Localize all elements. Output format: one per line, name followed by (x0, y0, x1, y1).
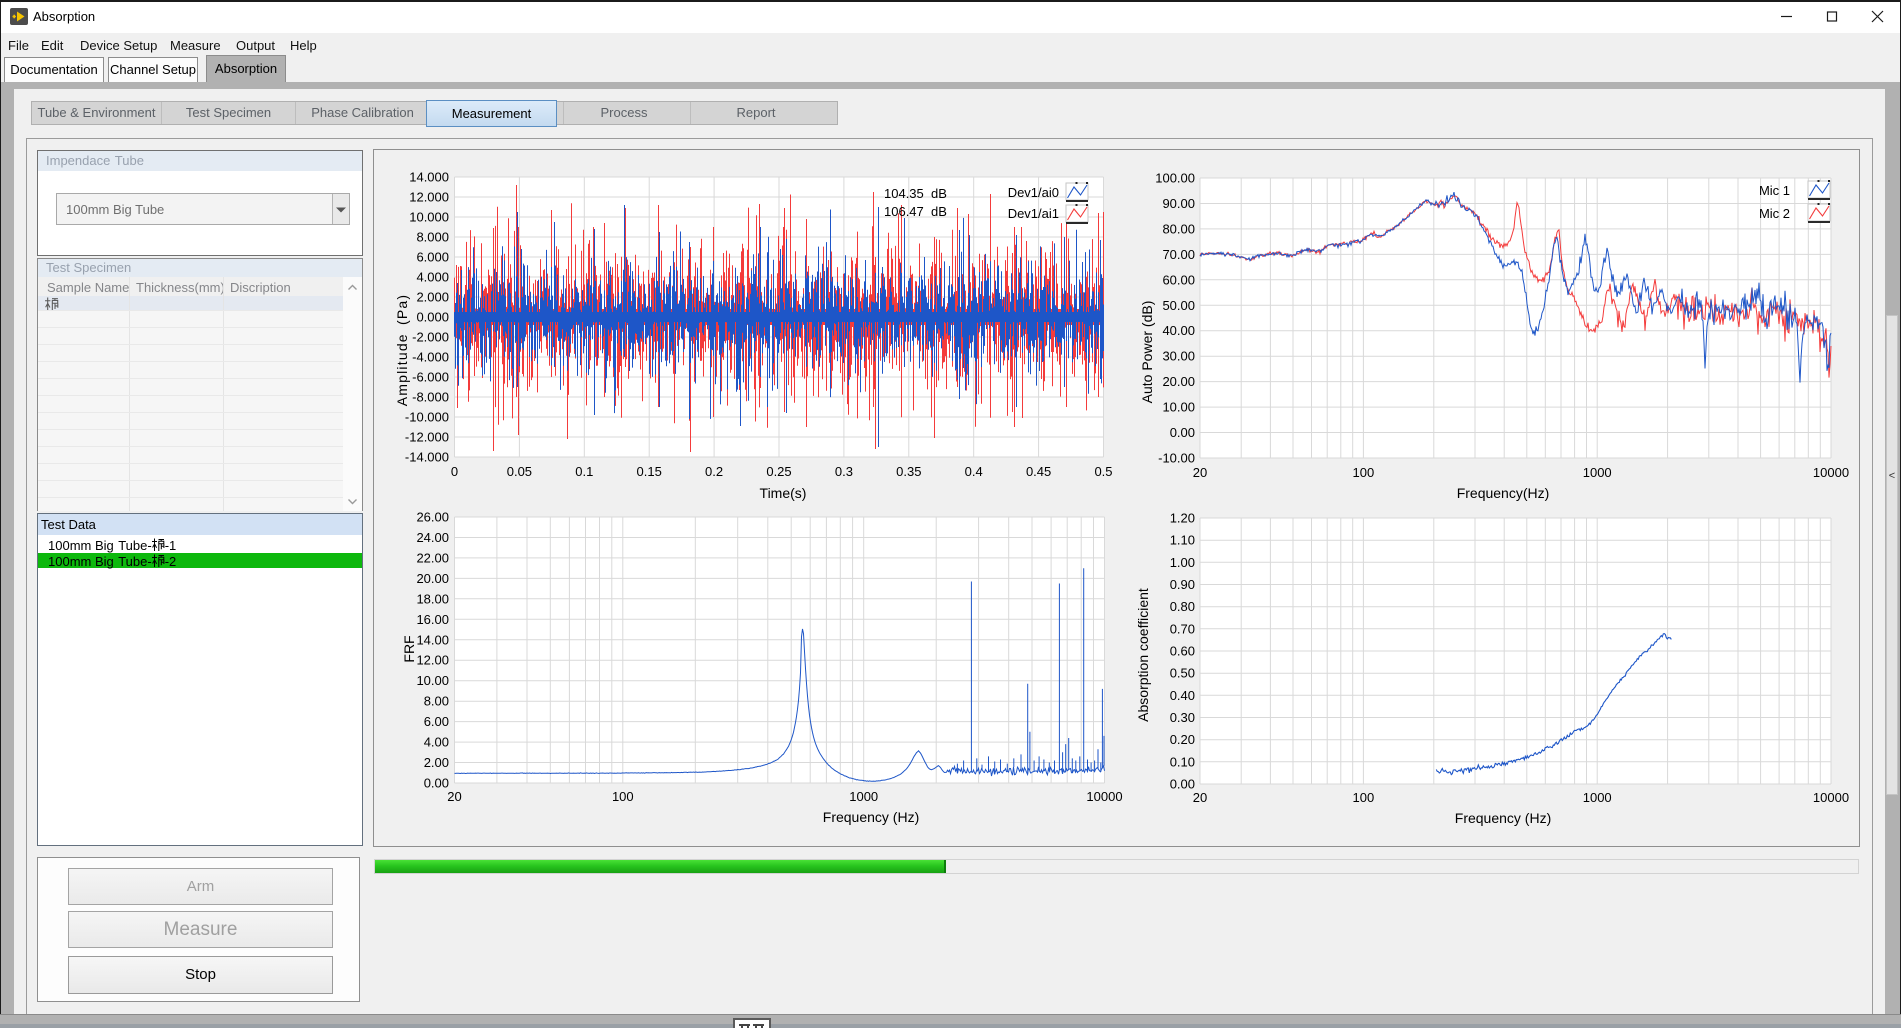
svg-text:0.00: 0.00 (1170, 425, 1195, 440)
svg-text:Dev1/ai0: Dev1/ai0 (1008, 185, 1059, 200)
svg-text:-4.000: -4.000 (412, 350, 449, 365)
svg-text:0.3: 0.3 (835, 464, 853, 479)
svg-text:10.000: 10.000 (409, 210, 449, 225)
svg-text:6.000: 6.000 (416, 250, 449, 265)
svg-text:0.2: 0.2 (705, 464, 723, 479)
svg-text:1.10: 1.10 (1170, 533, 1195, 548)
svg-text:1000: 1000 (1583, 465, 1612, 480)
svg-text:0.45: 0.45 (1026, 464, 1051, 479)
svg-text:10000: 10000 (1813, 790, 1849, 805)
svg-text:0.00: 0.00 (1170, 777, 1195, 792)
svg-text:100: 100 (612, 789, 634, 804)
svg-text:0.5: 0.5 (1094, 464, 1112, 479)
svg-text:0.40: 0.40 (1170, 688, 1195, 703)
svg-text:0.000: 0.000 (416, 310, 449, 325)
svg-text:20.00: 20.00 (416, 571, 449, 586)
svg-text:10.00: 10.00 (416, 673, 449, 688)
svg-text:-14.000: -14.000 (405, 450, 449, 465)
svg-text:Frequency (Hz): Frequency (Hz) (1455, 810, 1551, 826)
svg-text:Frequency (Hz): Frequency (Hz) (823, 809, 919, 825)
svg-text:0.1: 0.1 (575, 464, 593, 479)
svg-text:-6.000: -6.000 (412, 370, 449, 385)
svg-text:14.00: 14.00 (416, 632, 449, 647)
svg-text:1.00: 1.00 (1170, 555, 1195, 570)
svg-text:0.05: 0.05 (507, 464, 532, 479)
svg-text:Auto Power (dB): Auto Power (dB) (1139, 301, 1155, 404)
svg-text:100: 100 (1353, 465, 1375, 480)
svg-text:10000: 10000 (1813, 465, 1849, 480)
svg-text:22.00: 22.00 (416, 550, 449, 565)
svg-text:0.15: 0.15 (637, 464, 662, 479)
svg-text:-12.000: -12.000 (405, 430, 449, 445)
svg-text:0.50: 0.50 (1170, 666, 1195, 681)
svg-text:2.000: 2.000 (416, 290, 449, 305)
svg-text:24.00: 24.00 (416, 530, 449, 545)
svg-text:50.00: 50.00 (1162, 298, 1195, 313)
svg-text:40.00: 40.00 (1162, 323, 1195, 338)
svg-text:0.70: 0.70 (1170, 621, 1195, 636)
svg-text:Mic 1: Mic 1 (1759, 183, 1790, 198)
svg-text:Amplitude (Pa): Amplitude (Pa) (394, 294, 410, 407)
svg-text:0.20: 0.20 (1170, 732, 1195, 747)
svg-text:-10.00: -10.00 (1158, 451, 1195, 466)
svg-text:Frequency(Hz): Frequency(Hz) (1457, 485, 1550, 501)
svg-text:FRF: FRF (401, 635, 417, 662)
svg-text:-2.000: -2.000 (412, 330, 449, 345)
svg-text:20.00: 20.00 (1162, 374, 1195, 389)
svg-text:70.00: 70.00 (1162, 247, 1195, 262)
svg-text:4.000: 4.000 (416, 270, 449, 285)
svg-text:106.47 dB: 106.47 dB (884, 204, 947, 219)
svg-text:0.4: 0.4 (965, 464, 983, 479)
svg-text:-10.000: -10.000 (405, 410, 449, 425)
svg-text:100.00: 100.00 (1155, 171, 1195, 186)
svg-text:0.25: 0.25 (766, 464, 791, 479)
svg-text:16.00: 16.00 (416, 612, 449, 627)
svg-text:0.80: 0.80 (1170, 599, 1195, 614)
svg-text:0: 0 (451, 464, 458, 479)
svg-text:12.00: 12.00 (416, 653, 449, 668)
svg-text:14.000: 14.000 (409, 170, 449, 185)
svg-text:0.35: 0.35 (896, 464, 921, 479)
svg-text:8.000: 8.000 (416, 230, 449, 245)
svg-text:0.10: 0.10 (1170, 754, 1195, 769)
svg-text:6.00: 6.00 (424, 714, 449, 729)
svg-text:0.00: 0.00 (424, 776, 449, 791)
svg-text:2.00: 2.00 (424, 755, 449, 770)
svg-text:0.60: 0.60 (1170, 644, 1195, 659)
svg-text:30.00: 30.00 (1162, 349, 1195, 364)
svg-text:80.00: 80.00 (1162, 221, 1195, 236)
svg-text:0.90: 0.90 (1170, 577, 1195, 592)
svg-text:20: 20 (1193, 790, 1207, 805)
svg-text:1000: 1000 (849, 789, 878, 804)
svg-text:Time(s): Time(s) (760, 485, 807, 501)
svg-text:1000: 1000 (1583, 790, 1612, 805)
svg-text:20: 20 (447, 789, 461, 804)
svg-text:26.00: 26.00 (416, 510, 449, 525)
svg-text:100: 100 (1353, 790, 1375, 805)
svg-text:8.00: 8.00 (424, 694, 449, 709)
svg-text:4.00: 4.00 (424, 735, 449, 750)
svg-text:-8.000: -8.000 (412, 390, 449, 405)
svg-text:20: 20 (1193, 465, 1207, 480)
svg-text:Dev1/ai1: Dev1/ai1 (1008, 206, 1059, 221)
svg-text:10.00: 10.00 (1162, 400, 1195, 415)
svg-text:18.00: 18.00 (416, 591, 449, 606)
svg-text:60.00: 60.00 (1162, 272, 1195, 287)
svg-text:10000: 10000 (1086, 789, 1122, 804)
svg-text:104.35 dB: 104.35 dB (884, 186, 947, 201)
svg-text:0.30: 0.30 (1170, 710, 1195, 725)
svg-text:Absorption coefficient: Absorption coefficient (1135, 588, 1151, 722)
svg-text:90.00: 90.00 (1162, 196, 1195, 211)
svg-text:1.20: 1.20 (1170, 511, 1195, 526)
svg-text:12.000: 12.000 (409, 190, 449, 205)
svg-text:Mic 2: Mic 2 (1759, 206, 1790, 221)
